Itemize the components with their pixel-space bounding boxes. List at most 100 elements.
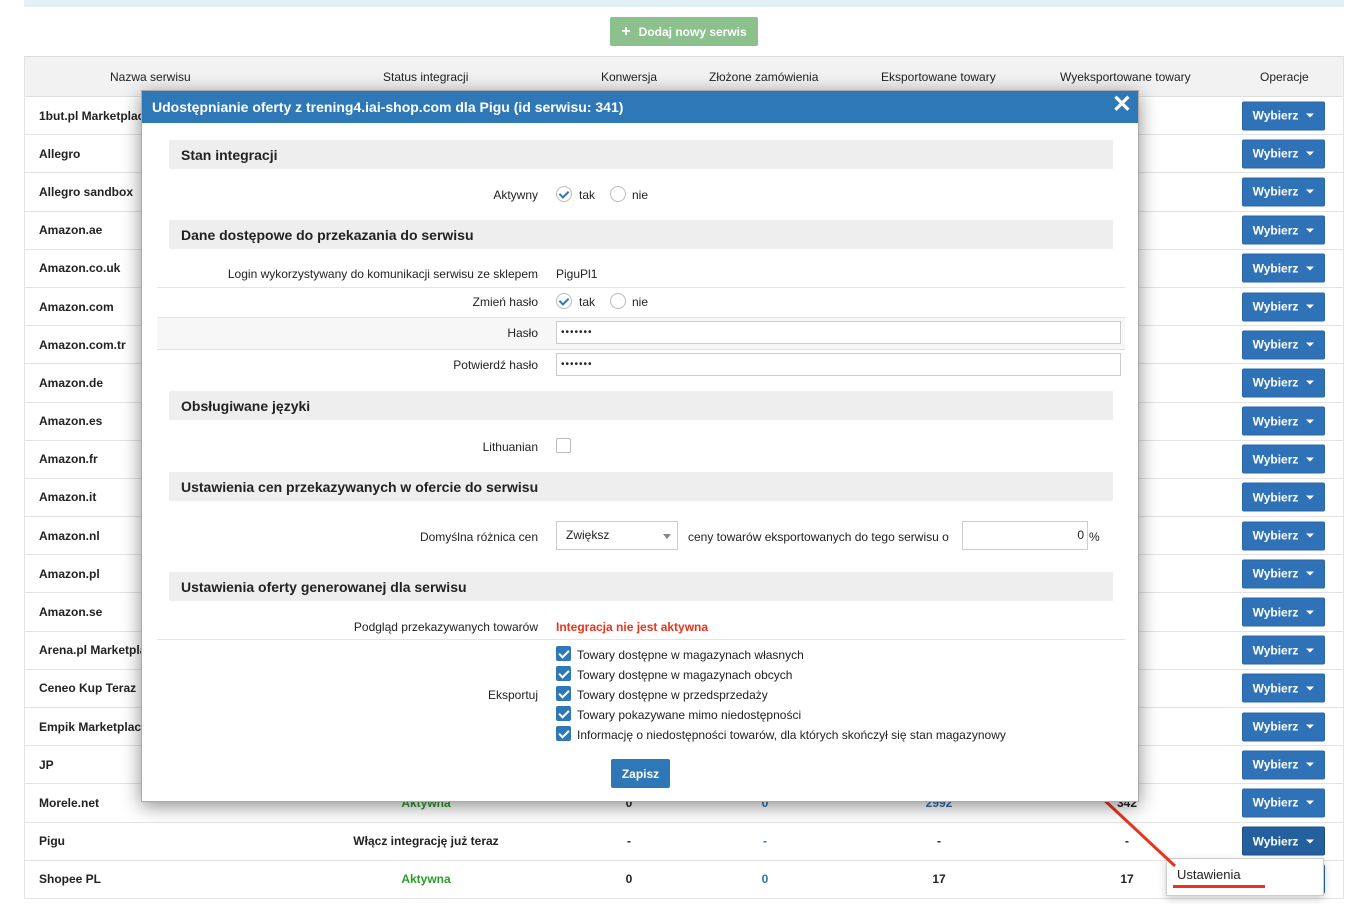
- service-name: Amazon.com: [39, 299, 114, 314]
- conversion-value: 0: [625, 872, 633, 887]
- top-info-strip: [24, 0, 1344, 7]
- service-name: 1but.pl Marketplace: [39, 108, 152, 123]
- price-direction-select[interactable]: Zwiększ: [556, 521, 678, 550]
- section-integration: Stan integracji: [169, 140, 1113, 169]
- choose-label: Wybierz: [1252, 146, 1299, 161]
- caret-down-icon: [1306, 648, 1315, 653]
- col-header-name: Nazwa serwisu: [110, 70, 191, 84]
- choose-label: Wybierz: [1252, 299, 1299, 314]
- choose-button[interactable]: Wybierz: [1242, 177, 1325, 207]
- language-label: Lithuanian: [482, 440, 538, 454]
- col-header-operations: Operacje: [1260, 70, 1309, 84]
- choose-button[interactable]: Wybierz: [1242, 673, 1325, 703]
- choose-label: Wybierz: [1252, 719, 1299, 734]
- choose-label: Wybierz: [1252, 528, 1299, 543]
- choose-button[interactable]: Wybierz: [1242, 101, 1325, 131]
- dropdown-item-settings[interactable]: Ustawienia: [1177, 867, 1241, 882]
- modal-title: Udostępnianie oferty z trening4.iai-shop…: [152, 99, 624, 115]
- orders-value: 0: [761, 872, 769, 887]
- choose-label: Wybierz: [1252, 566, 1299, 581]
- choose-label: Wybierz: [1252, 757, 1299, 772]
- choose-button[interactable]: Wybierz: [1242, 750, 1325, 780]
- chevron-down-icon: [663, 534, 671, 539]
- service-name: Amazon.nl: [39, 528, 100, 543]
- price-text: ceny towarów eksportowanych do tego serw…: [688, 530, 949, 544]
- choose-button[interactable]: Wybierz: [1242, 253, 1325, 283]
- change-password-no-radio[interactable]: [610, 293, 626, 309]
- col-header-conversion: Konwersja: [601, 70, 658, 84]
- export-own-stock-checkbox[interactable]: [556, 646, 571, 661]
- add-service-button[interactable]: + Dodaj nowy serwis: [610, 17, 758, 46]
- price-value-input[interactable]: 0: [962, 521, 1088, 550]
- choose-button[interactable]: Wybierz: [1242, 406, 1325, 436]
- annotation-underline: [1173, 885, 1265, 888]
- active-yes-radio[interactable]: [556, 186, 572, 202]
- service-name: Amazon.ae: [39, 223, 103, 238]
- choose-button[interactable]: Wybierz: [1242, 330, 1325, 360]
- price-unit: %: [1089, 530, 1100, 544]
- choose-button[interactable]: Wybierz: [1242, 139, 1325, 169]
- choose-label: Wybierz: [1252, 643, 1299, 658]
- caret-down-icon: [1306, 762, 1315, 767]
- plus-icon: +: [621, 22, 631, 40]
- service-name: Empik Marketplace: [39, 719, 148, 734]
- orders-value: -: [763, 834, 767, 849]
- choose-label: Wybierz: [1252, 337, 1299, 352]
- status-text: Aktywna: [401, 872, 451, 887]
- section-title: Ustawienia oferty generowanej dla serwis…: [181, 579, 467, 595]
- choose-button[interactable]: Wybierz: [1242, 482, 1325, 512]
- choose-button[interactable]: Wybierz: [1242, 292, 1325, 322]
- caret-down-icon: [1306, 724, 1315, 729]
- choose-button[interactable]: Wybierz: [1242, 559, 1325, 589]
- choose-label: Wybierz: [1252, 452, 1299, 467]
- choose-button[interactable]: Wybierz: [1242, 368, 1325, 398]
- export-presale-checkbox[interactable]: [556, 686, 571, 701]
- export-option-label: Towary dostępne w magazynach własnych: [577, 648, 804, 662]
- export-out-of-stock-info-checkbox[interactable]: [556, 726, 571, 741]
- exported-done-value: -: [1125, 834, 1129, 849]
- caret-down-icon: [1306, 228, 1315, 233]
- export-option-label: Towary dostępne w przedsprzedaży: [577, 688, 768, 702]
- divider: [157, 287, 1125, 288]
- change-password-no-label: nie: [632, 295, 649, 309]
- choose-button[interactable]: Wybierz: [1242, 215, 1325, 245]
- save-button[interactable]: Zapisz: [611, 759, 670, 788]
- choose-button[interactable]: Wybierz: [1242, 444, 1325, 474]
- export-option-label: Towary dostępne w magazynach obcych: [577, 668, 793, 682]
- choose-label: Wybierz: [1252, 261, 1299, 276]
- table-row: Shopee PLAktywna001717Wybierz: [25, 861, 1343, 899]
- choose-label: Wybierz: [1252, 223, 1299, 238]
- caret-down-icon: [1306, 419, 1315, 424]
- confirm-password-input[interactable]: •••••••: [556, 353, 1121, 376]
- change-password-yes-radio[interactable]: [556, 293, 572, 309]
- login-value: PiguPl1: [556, 267, 598, 281]
- change-password-yes-label: tak: [579, 295, 596, 309]
- choose-button[interactable]: Wybierz: [1242, 521, 1325, 551]
- col-header-orders: Złożone zamówienia: [709, 70, 819, 84]
- choose-button[interactable]: Wybierz: [1242, 788, 1325, 818]
- password-label: Hasło: [507, 326, 538, 340]
- close-icon[interactable]: ✕: [1112, 93, 1132, 117]
- password-input[interactable]: •••••••: [556, 321, 1121, 344]
- choose-button[interactable]: Wybierz: [1242, 712, 1325, 742]
- export-other-stock-checkbox[interactable]: [556, 666, 571, 681]
- choose-label: Wybierz: [1252, 681, 1299, 696]
- exported-value: -: [937, 834, 941, 849]
- choose-button[interactable]: Wybierz: [1242, 826, 1325, 856]
- export-option-label: Informację o niedostępności towarów, dla…: [577, 728, 1006, 742]
- operations-dropdown: Ustawienia: [1166, 858, 1324, 896]
- choose-label: Wybierz: [1252, 605, 1299, 620]
- export-unavailable-checkbox[interactable]: [556, 706, 571, 721]
- choose-label: Wybierz: [1252, 375, 1299, 390]
- choose-button[interactable]: Wybierz: [1242, 597, 1325, 627]
- confirm-password-label: Potwierdź hasło: [453, 358, 538, 372]
- active-no-radio[interactable]: [610, 186, 626, 202]
- language-lithuanian-checkbox[interactable]: [556, 438, 571, 453]
- service-name: Amazon.pl: [39, 566, 100, 581]
- caret-down-icon: [1306, 495, 1315, 500]
- choose-button[interactable]: Wybierz: [1242, 635, 1325, 665]
- col-header-status: Status integracji: [383, 70, 469, 84]
- section-title: Dane dostępowe do przekazania do serwisu: [181, 227, 474, 243]
- divider: [157, 349, 1125, 350]
- caret-down-icon: [1306, 686, 1315, 691]
